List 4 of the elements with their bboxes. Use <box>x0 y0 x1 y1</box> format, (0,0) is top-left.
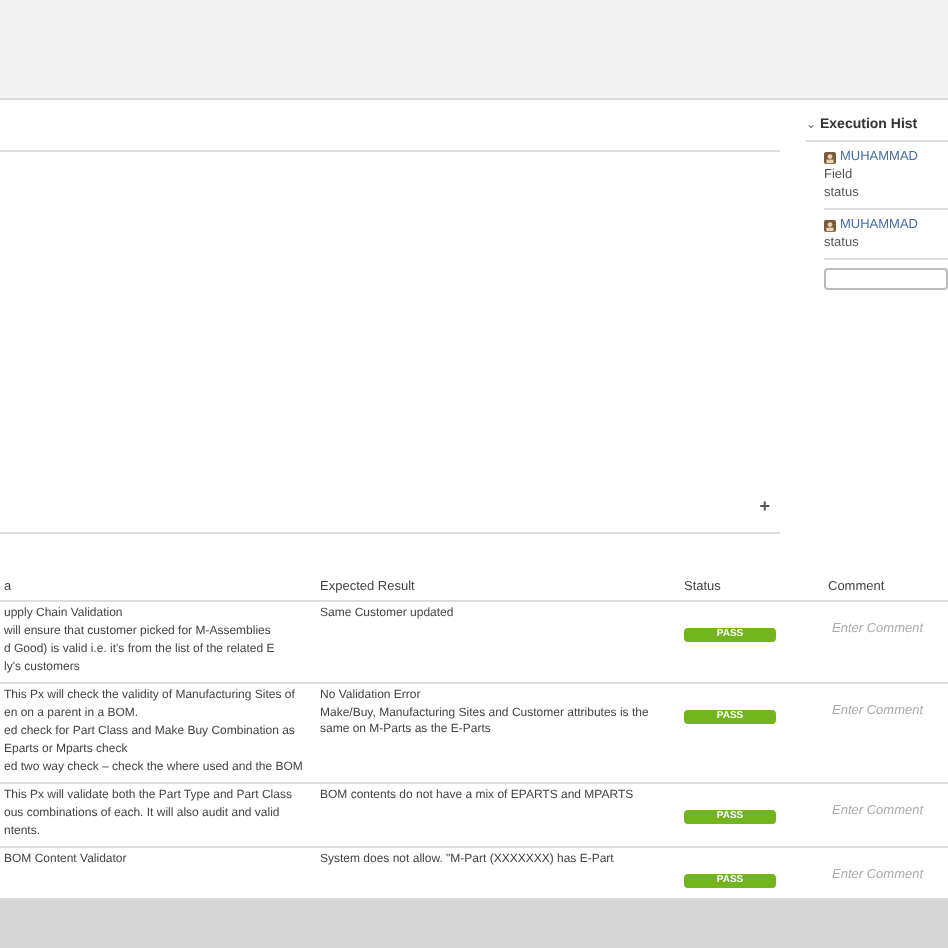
user-avatar-icon <box>824 219 836 231</box>
user-avatar-icon <box>824 151 836 163</box>
input-field[interactable] <box>824 268 948 290</box>
add-button[interactable]: + <box>759 496 770 516</box>
